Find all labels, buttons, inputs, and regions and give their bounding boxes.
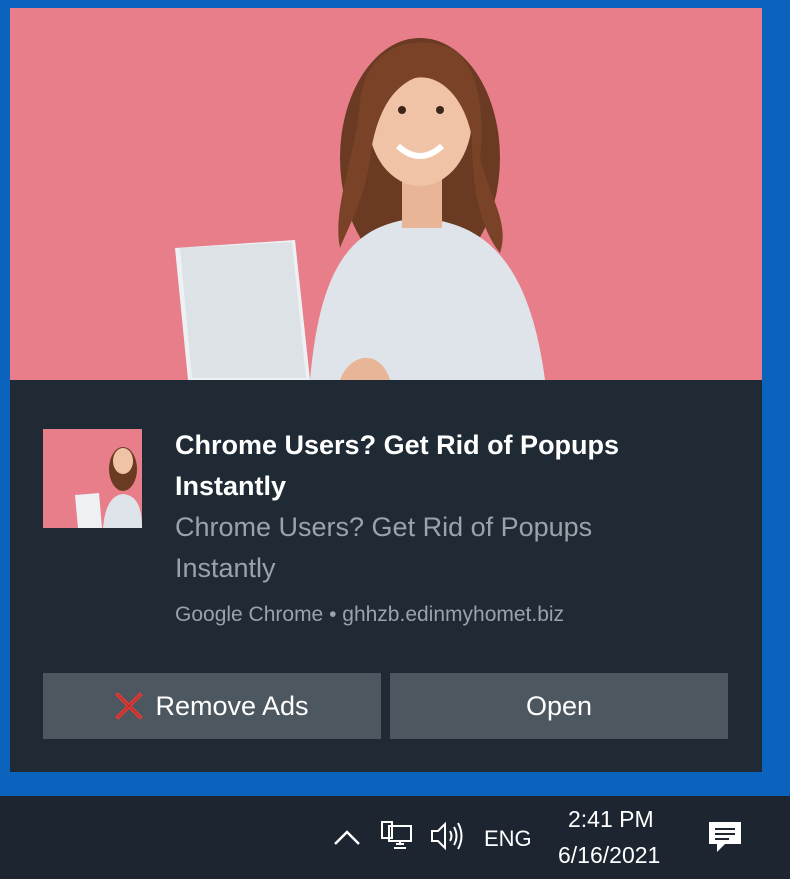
clock-date[interactable]: 6/16/2021 xyxy=(558,842,660,869)
toast-message: Chrome Users? Get Rid of Popups Instantl… xyxy=(175,512,593,583)
notification-icon[interactable] xyxy=(707,820,743,854)
remove-ads-label: Remove Ads xyxy=(155,690,309,721)
remove-ads-button[interactable]: Remove Ads xyxy=(43,673,381,739)
clock-time[interactable]: 2:41 PM xyxy=(568,806,654,833)
speaker-icon[interactable] xyxy=(429,820,465,852)
open-button[interactable]: Open xyxy=(390,673,728,739)
toast-body: Chrome Users? Get Rid of Popups Instantl… xyxy=(10,380,762,772)
toast-notification[interactable]: Chrome Users? Get Rid of Popups Instantl… xyxy=(10,8,762,772)
app-logo-image xyxy=(43,429,142,528)
taskbar: ENG 2:41 PM 6/16/2021 xyxy=(0,796,790,879)
language-indicator[interactable]: ENG xyxy=(484,826,532,852)
toast-actions: Remove Ads Open xyxy=(43,673,729,739)
hero-image xyxy=(10,8,762,380)
close-x-icon xyxy=(115,692,144,720)
network-icon[interactable] xyxy=(380,818,414,852)
toast-title: Chrome Users? Get Rid of Popups Instantl… xyxy=(175,430,620,501)
toast-attribution: Google Chrome • ghhzb.edinmyhomet.biz xyxy=(175,603,565,626)
chevron-up-icon[interactable] xyxy=(332,822,362,852)
open-label: Open xyxy=(525,690,593,721)
